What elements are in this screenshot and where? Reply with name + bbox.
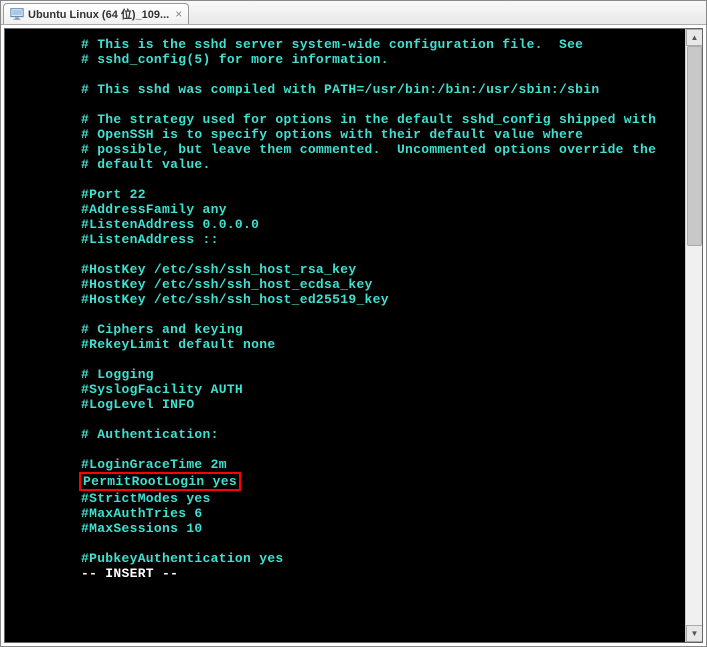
- window-frame: Ubuntu Linux (64 位)_109... × # This is t…: [0, 0, 707, 647]
- terminal-line: #ListenAddress 0.0.0.0: [5, 217, 702, 232]
- terminal-line: #PubkeyAuthentication yes: [5, 551, 702, 566]
- tab-title: Ubuntu Linux (64 位)_109...: [28, 6, 169, 22]
- scrollbar-thumb[interactable]: [687, 46, 702, 246]
- monitor-icon: [10, 7, 24, 21]
- terminal-line: [5, 67, 702, 82]
- scrollbar[interactable]: ▲ ▼: [685, 29, 702, 642]
- vim-mode-indicator: -- INSERT --: [5, 566, 702, 581]
- scrollbar-up-button[interactable]: ▲: [686, 29, 703, 46]
- terminal-line: # Ciphers and keying: [5, 322, 702, 337]
- vm-tab[interactable]: Ubuntu Linux (64 位)_109... ×: [3, 3, 189, 24]
- terminal-line: #ListenAddress ::: [5, 232, 702, 247]
- terminal-line: #MaxSessions 10: [5, 521, 702, 536]
- terminal-line: #LoginGraceTime 2m: [5, 457, 702, 472]
- terminal-line: [5, 97, 702, 112]
- terminal-line: [5, 412, 702, 427]
- highlighted-config-line: PermitRootLogin yes: [5, 472, 702, 491]
- terminal-line: # OpenSSH is to specify options with the…: [5, 127, 702, 142]
- terminal-line: # This is the sshd server system-wide co…: [5, 37, 702, 52]
- terminal-line: #RekeyLimit default none: [5, 337, 702, 352]
- terminal-line: #StrictModes yes: [5, 491, 702, 506]
- terminal-line: [5, 247, 702, 262]
- terminal-line: [5, 536, 702, 551]
- terminal-line: [5, 442, 702, 457]
- terminal-area[interactable]: # This is the sshd server system-wide co…: [4, 28, 703, 643]
- terminal-content: # This is the sshd server system-wide co…: [5, 37, 702, 581]
- terminal-line: #HostKey /etc/ssh/ssh_host_ed25519_key: [5, 292, 702, 307]
- terminal-line: [5, 172, 702, 187]
- terminal-line: # Authentication:: [5, 427, 702, 442]
- terminal-line: # default value.: [5, 157, 702, 172]
- terminal-line: [5, 307, 702, 322]
- terminal-line: #HostKey /etc/ssh/ssh_host_ecdsa_key: [5, 277, 702, 292]
- terminal-line: # possible, but leave them commented. Un…: [5, 142, 702, 157]
- terminal-line: # sshd_config(5) for more information.: [5, 52, 702, 67]
- terminal-line: #HostKey /etc/ssh/ssh_host_rsa_key: [5, 262, 702, 277]
- terminal-line: # This sshd was compiled with PATH=/usr/…: [5, 82, 702, 97]
- terminal-line: # The strategy used for options in the d…: [5, 112, 702, 127]
- scrollbar-down-button[interactable]: ▼: [686, 625, 703, 642]
- terminal-line: #SyslogFacility AUTH: [5, 382, 702, 397]
- terminal-line: #AddressFamily any: [5, 202, 702, 217]
- terminal-line: [5, 352, 702, 367]
- terminal-line: #MaxAuthTries 6: [5, 506, 702, 521]
- terminal-line: #LogLevel INFO: [5, 397, 702, 412]
- terminal-line: #Port 22: [5, 187, 702, 202]
- tab-close-button[interactable]: ×: [175, 7, 182, 21]
- tab-bar: Ubuntu Linux (64 位)_109... ×: [1, 1, 706, 25]
- terminal-line: # Logging: [5, 367, 702, 382]
